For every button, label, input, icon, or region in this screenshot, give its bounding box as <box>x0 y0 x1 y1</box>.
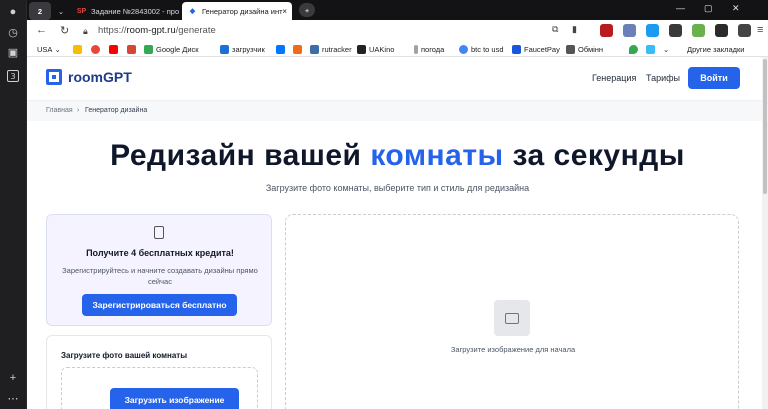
page-title: Редизайн вашей комнаты за секунды <box>27 139 768 173</box>
other-bookmarks[interactable]: Другие закладки <box>687 43 744 55</box>
tab-count-badge[interactable]: 2 <box>29 2 51 20</box>
new-tab-button[interactable]: + <box>299 3 315 17</box>
bookmark-obminn[interactable]: Обмінн <box>566 43 603 55</box>
bookmark-opera-icon[interactable] <box>91 43 103 55</box>
bookmark-google-drive[interactable]: Google Диск <box>144 43 199 55</box>
upload-dropzone[interactable]: Загрузить изображение <box>61 367 258 409</box>
bookmark-youtube-icon[interactable] <box>109 43 121 55</box>
breadcrumb: Главная › Генератор дизайна <box>27 101 768 121</box>
roomgpt-favicon-icon: ◆ <box>189 8 196 15</box>
browser-window: ● ◷ ▣ 3 + ⋯ 2 ⌄ SP Задание №2843002 - пр… <box>0 0 768 409</box>
bookmark-label: FaucetPay <box>524 44 560 54</box>
upload-card: Загрузите фото вашей комнаты Загрузить и… <box>46 335 272 409</box>
tab-strip: 2 ⌄ SP Задание №2843002 - про ◆ Генерато… <box>27 0 768 20</box>
bookmark-label: USA <box>37 44 53 54</box>
history-icon[interactable]: ◷ <box>5 24 21 40</box>
logo-icon <box>46 69 62 85</box>
snapshot-icon[interactable]: ⧉ <box>552 24 558 35</box>
site-header: roomGPT Генерация Тарифы Войти <box>27 57 768 101</box>
bookmark-usa[interactable]: USA ⌄ <box>37 43 61 55</box>
bookmark-label: UAKino <box>369 44 395 54</box>
sp-icon: SP <box>76 7 87 15</box>
bookmark-label: Обмінн <box>578 44 604 54</box>
bookmark-btc-to-usd[interactable]: btc to usd <box>459 43 504 55</box>
tabs-icon[interactable]: ▣ <box>5 44 21 60</box>
url-path: /generate <box>175 25 216 36</box>
register-button[interactable]: Зарегистрироваться бесплатно <box>82 294 237 316</box>
credits-title: Получите 4 бесплатных кредита! <box>86 248 234 258</box>
page-scrollbar[interactable] <box>762 57 768 409</box>
bookmark-uakino[interactable]: UAKino <box>357 43 394 55</box>
minimize-icon[interactable]: — <box>676 3 685 13</box>
back-icon[interactable]: ← <box>36 24 47 36</box>
extension-play-icon[interactable] <box>715 24 728 37</box>
bookmark-label: Google Диск <box>156 44 199 54</box>
extension-arrow-icon[interactable] <box>692 24 705 37</box>
free-credits-card: Получите 4 бесплатных кредита! Зарегистр… <box>46 214 272 326</box>
upload-title: Загрузите фото вашей комнаты <box>61 351 188 360</box>
preview-caption: Загрузите изображение для начала <box>450 345 576 354</box>
breadcrumb-current: Генератор дизайна <box>85 107 148 114</box>
url-field[interactable]: https://room-gpt.ru/generate <box>98 25 216 36</box>
nav-generation[interactable]: Генерация <box>592 73 636 83</box>
bookmark-maps-icon[interactable] <box>629 43 641 55</box>
workspace-badge[interactable]: 3 <box>7 70 19 82</box>
bookmark-pogoda[interactable]: погода <box>414 43 444 55</box>
maximize-icon[interactable]: ▢ <box>704 3 713 14</box>
bookmark-rutracker[interactable]: rutracker <box>310 43 352 55</box>
breadcrumb-home[interactable]: Главная <box>46 107 73 114</box>
title-part: за секунды <box>503 139 685 172</box>
bookmark-faucetpay[interactable]: FaucetPay <box>512 43 560 55</box>
close-tab-icon[interactable]: × <box>282 7 287 16</box>
chevron-down-icon[interactable]: ⌄ <box>53 2 69 20</box>
bookmark-chevron-icon[interactable]: ⌄ <box>663 43 669 55</box>
upload-image-button[interactable]: Загрузить изображение <box>110 388 239 409</box>
preview-area: Загрузите изображение для начала <box>285 214 739 409</box>
bookmark-zagruzchik[interactable]: загрузчик <box>220 43 265 55</box>
nav-pricing[interactable]: Тарифы <box>646 73 680 83</box>
credits-description: Зарегистрируйтесь и начните создавать ди… <box>62 266 258 286</box>
bookmark-label: загрузчик <box>232 44 265 54</box>
phone-icon <box>154 226 164 239</box>
profile-icon[interactable]: ● <box>5 4 21 20</box>
site-logo[interactable]: roomGPT <box>46 69 132 85</box>
bookmark-f-icon[interactable] <box>293 43 305 55</box>
add-icon[interactable]: + <box>5 370 21 386</box>
extension-tile-icon[interactable] <box>669 24 682 37</box>
bookmark-google-icon[interactable] <box>73 43 85 55</box>
bookmark-label: погода <box>421 44 445 54</box>
image-placeholder-icon <box>494 300 530 336</box>
browser-sidebar: ● ◷ ▣ 3 + ⋯ <box>0 0 27 409</box>
bookmarks-bar: USA ⌄ Google Диск загрузчик rutracker UA… <box>27 42 768 57</box>
tab-label: Генератор дизайна инт <box>202 6 283 16</box>
title-part: Редизайн вашей <box>110 139 371 172</box>
bookmark-label: rutracker <box>322 44 352 54</box>
lock-icon[interactable]: 🔒︎ <box>83 26 88 37</box>
bookmark-label: btc to usd <box>471 44 504 54</box>
menu-icon[interactable]: ≡ <box>757 24 763 36</box>
extension-puzzle-icon[interactable] <box>738 24 751 37</box>
url-host: room-gpt.ru <box>126 25 176 36</box>
reload-icon[interactable]: ↻ <box>60 24 69 37</box>
title-accent: комнаты <box>370 139 504 172</box>
more-icon[interactable]: ⋯ <box>5 390 21 406</box>
bookmark-icon[interactable]: ▮ <box>572 24 577 35</box>
breadcrumb-separator: › <box>77 107 80 114</box>
logo-text: roomGPT <box>68 69 132 85</box>
page-subtitle: Загрузите фото комнаты, выберите тип и с… <box>265 183 530 193</box>
scrollbar-thumb[interactable] <box>763 59 767 194</box>
extension-shield-icon[interactable] <box>600 24 613 37</box>
bookmark-gmail-icon[interactable] <box>127 43 139 55</box>
web-page: roomGPT Генерация Тарифы Войти Главная ›… <box>27 57 768 409</box>
login-button[interactable]: Войти <box>688 67 740 89</box>
extension-vpn-icon[interactable] <box>623 24 636 37</box>
close-window-icon[interactable]: ✕ <box>732 3 740 14</box>
url-scheme: https:// <box>98 25 127 36</box>
address-bar: ← ↻ 🔒︎ https://room-gpt.ru/generate ⧉ ▮ … <box>27 20 768 42</box>
bookmark-vk-icon[interactable] <box>276 43 288 55</box>
extension-download-icon[interactable] <box>646 24 659 37</box>
tab-label: Задание №2843002 - про <box>91 6 180 16</box>
tab-generator[interactable]: ◆ Генератор дизайна инт × <box>182 2 292 20</box>
bookmark-star-icon[interactable] <box>646 43 658 55</box>
